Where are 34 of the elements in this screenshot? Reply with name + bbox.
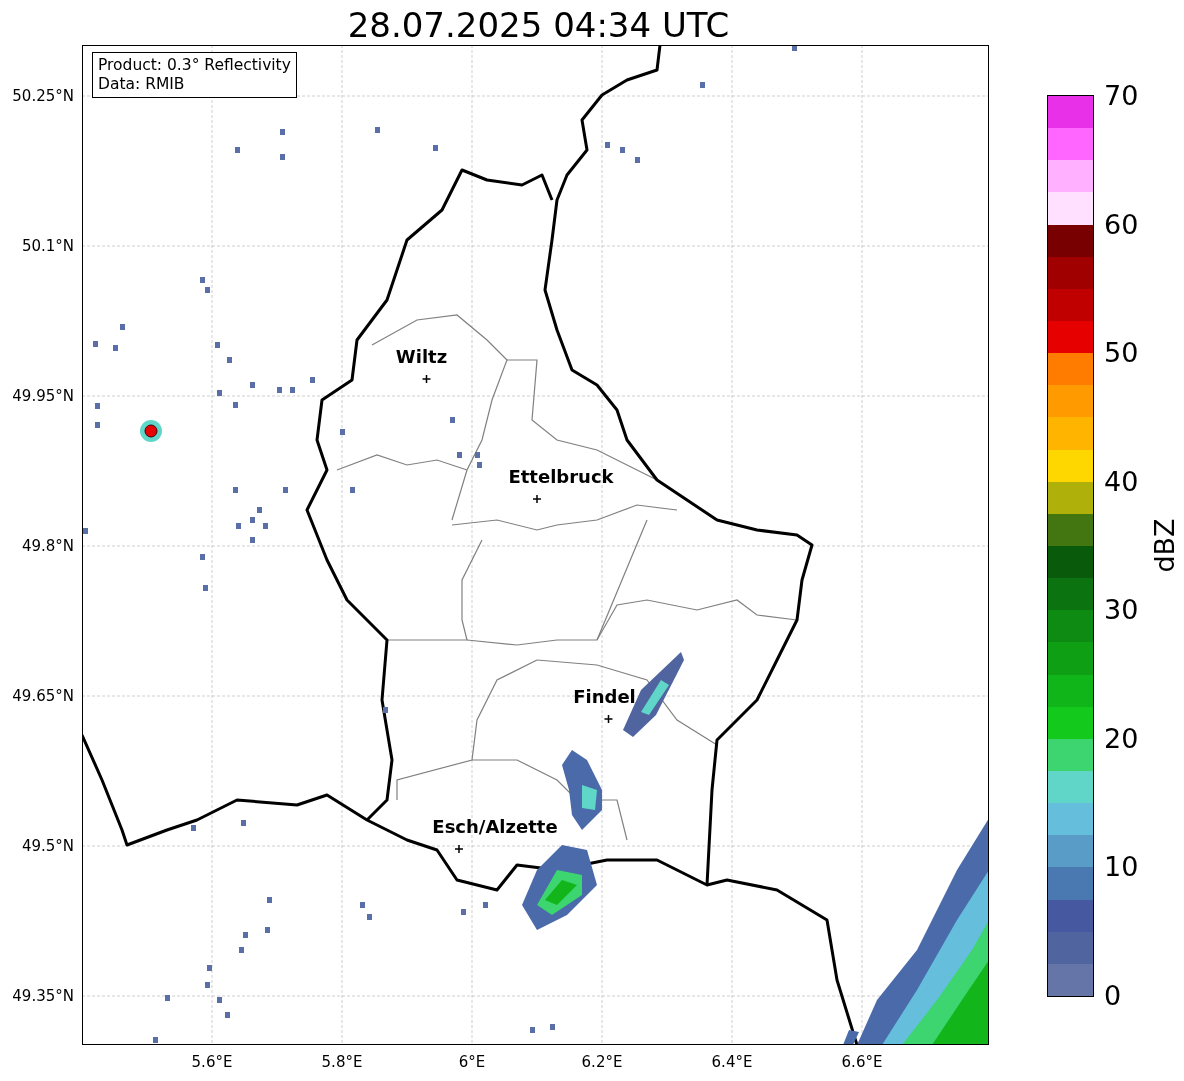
longitude-tick-label: 6.4°E	[711, 1053, 753, 1071]
info-text: Data: RMIB	[98, 75, 186, 94]
longitude-tick-label: 6.2°E	[581, 1053, 623, 1071]
longitude-tick-label: 5.8°E	[321, 1053, 363, 1071]
scale-tick-label: 70	[1103, 79, 1139, 111]
city-label: Findel	[573, 686, 636, 707]
latitude-tick-label: 50.1°N	[21, 237, 74, 255]
city-marker-icon	[532, 494, 542, 504]
scale-tick-label: 10	[1103, 850, 1139, 882]
city-marker-icon	[454, 844, 464, 854]
latitude-tick-label: 50.25°N	[12, 87, 74, 105]
latitude-tick-label: 49.95°N	[12, 387, 74, 405]
city-marker-icon	[421, 374, 432, 384]
longitude-tick-label: 6.6°E	[841, 1053, 883, 1071]
longitude-tick-label: 6°E	[458, 1053, 486, 1071]
longitude-tick-label: 5.6°E	[191, 1053, 233, 1071]
city-label: Esch/Alzette	[432, 816, 558, 837]
latitude-tick-label: 49.35°N	[12, 987, 74, 1005]
city-marker-icon	[603, 714, 614, 724]
scale-tick-label: 20	[1103, 722, 1139, 754]
latitude-tick-label: 49.5°N	[21, 837, 74, 855]
scale-unit-label: dBZ	[1148, 517, 1180, 573]
latitude-tick-label: 49.65°N	[12, 687, 74, 705]
scale-tick-label: 50	[1103, 336, 1139, 368]
info-text: Product: 0.3° Reflectivity	[98, 56, 291, 75]
latitude-tick-label: 49.8°N	[21, 537, 74, 555]
radar-site-icon	[140, 420, 162, 442]
chart-title: 28.07.2025 04:34 UTC	[347, 4, 730, 45]
scale-tick-label: 40	[1103, 465, 1139, 497]
scale-tick-label: 60	[1103, 208, 1139, 240]
scale-tick-label: 0	[1103, 979, 1122, 1011]
scale-tick-label: 30	[1103, 593, 1139, 625]
city-label: Wiltz	[395, 346, 448, 367]
city-label: Ettelbruck	[508, 466, 614, 487]
